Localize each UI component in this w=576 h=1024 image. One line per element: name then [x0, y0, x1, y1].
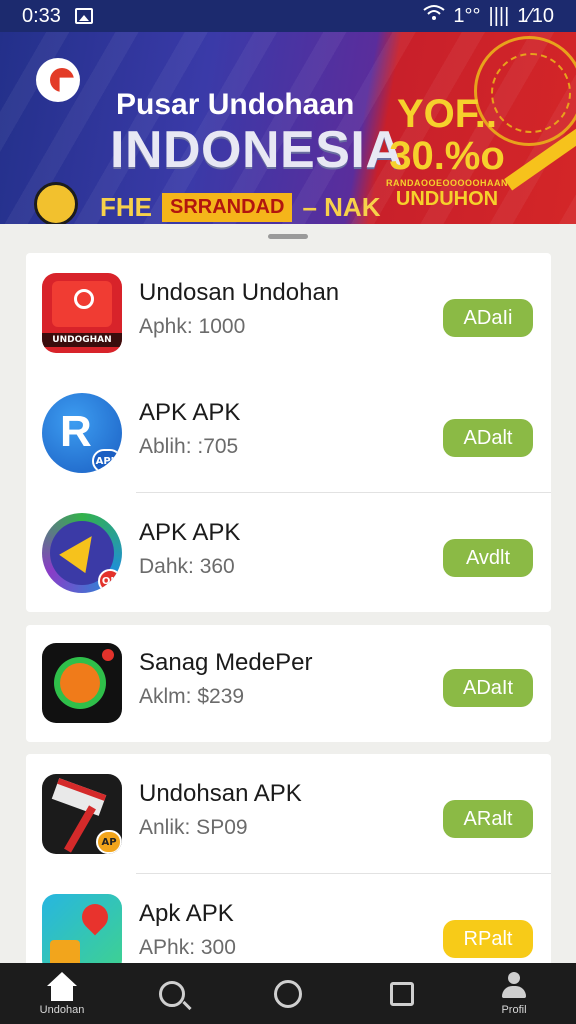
promo-line-3: UNDUHON: [395, 188, 499, 210]
nav-profile-label: Profil: [501, 1003, 527, 1016]
app-name: APK APK: [139, 519, 241, 546]
download-button[interactable]: ADaIt: [443, 669, 533, 707]
app-name: Apk APK: [139, 900, 234, 927]
app-meta: Dahk: 360: [139, 555, 235, 578]
nav-home[interactable]: Undohan: [14, 963, 110, 1024]
nav-profile[interactable]: Profil: [466, 963, 562, 1024]
download-button[interactable]: ADalt: [443, 419, 533, 457]
status-bar: 0:33 1°° |||| 1⁄10: [0, 0, 576, 32]
app-row[interactable]: R APK APK APK Ablih: :705 ADalt: [26, 373, 551, 493]
search-icon: [159, 980, 185, 1007]
status-right-group: 1°° |||| 1⁄10: [423, 4, 554, 28]
app-list-card: UNDOGHAN Undosan Undohan Aphk: 1000 ADaI…: [26, 253, 551, 612]
app-list-card: Sanag MedePer Aklm: $239 ADaIt: [26, 625, 551, 742]
recents-square-icon: [390, 981, 414, 1006]
nav-search[interactable]: [124, 963, 220, 1024]
nav-recents[interactable]: [354, 963, 450, 1024]
image-notification-icon: [74, 8, 93, 24]
app-meta: Aklm: $239: [139, 685, 245, 708]
blue-r-app-icon: R APK: [42, 393, 122, 473]
download-button[interactable]: RPalt: [443, 920, 533, 958]
app-meta: Aphk: 1000: [139, 315, 246, 338]
drag-handle[interactable]: [268, 234, 308, 239]
promo-small-text: RANDAOOEOOOOOHAAN: [386, 178, 509, 188]
banner-tag-left: FHE: [100, 192, 152, 222]
app-meta: APhk: 300: [139, 936, 236, 959]
status-time: 0:33: [22, 4, 61, 27]
sun-app-icon: [42, 643, 122, 723]
banner-tag-pill: SRRANDAD: [162, 193, 293, 222]
coin-icon: [34, 182, 78, 224]
download-button[interactable]: Avdlt: [443, 539, 533, 577]
app-row[interactable]: Sanag MedePer Aklm: $239 ADaIt: [26, 623, 551, 743]
home-icon: [47, 971, 77, 1002]
battery-text: 1⁄10: [517, 4, 554, 27]
app-name: APK APK: [139, 399, 241, 426]
app-row[interactable]: OK APK APK Dahk: 360 Avdlt: [26, 493, 551, 613]
download-button[interactable]: ADaIi: [443, 299, 533, 337]
banner-tag-row: FHE SRRANDAD – NAK: [100, 192, 380, 223]
nav-home-label: Undohan: [39, 1003, 85, 1016]
app-name: Sanag MedePer: [139, 649, 313, 676]
banner-promo: YOF.. 30.%o RANDAOOEOOOOOHAAN UNDUHON: [386, 94, 508, 211]
app-screen: 0:33 1°° |||| 1⁄10 Pusar Undohaan INDONE…: [0, 0, 576, 1024]
banner-title-main: INDONESIA: [110, 121, 404, 179]
promo-line-2: 30.%o: [389, 134, 505, 178]
banner-title-top: Pusar Undohaan: [116, 88, 355, 121]
app-meta: Anlik: SP09: [139, 816, 248, 839]
promo-line-1: YOF..: [396, 92, 498, 136]
promo-banner[interactable]: Pusar Undohaan INDONESIA FHE SRRANDAD – …: [0, 32, 576, 224]
map-app-icon: [42, 894, 122, 974]
brand-logo-icon: [36, 58, 80, 102]
app-row[interactable]: AP Undohsan APK Anlik: SP09 ARalt: [26, 754, 551, 874]
tool-app-icon: AP: [42, 774, 122, 854]
app-list-card: AP Undohsan APK Anlik: SP09 ARalt Apk AP…: [26, 754, 551, 974]
wifi-icon: [423, 4, 445, 28]
status-extra-text: 1°°: [453, 4, 481, 27]
app-name: Undohsan APK: [139, 780, 302, 807]
red-app-icon: UNDOGHAN: [42, 273, 122, 353]
user-icon: [501, 971, 527, 1002]
signal-icon: ||||: [488, 4, 510, 27]
app-name: Undosan Undohan: [139, 279, 340, 306]
bottom-navigation: Undohan Profil: [0, 963, 576, 1024]
nav-home-button[interactable]: [240, 963, 336, 1024]
banner-tag-right: – NAK: [302, 192, 381, 222]
app-meta: Ablih: :705: [139, 435, 239, 458]
app-row[interactable]: UNDOGHAN Undosan Undohan Aphk: 1000 ADaI…: [26, 253, 551, 373]
download-button[interactable]: ARalt: [443, 800, 533, 838]
circle-home-icon: [274, 979, 302, 1008]
ring-arrow-app-icon: OK: [42, 513, 122, 593]
